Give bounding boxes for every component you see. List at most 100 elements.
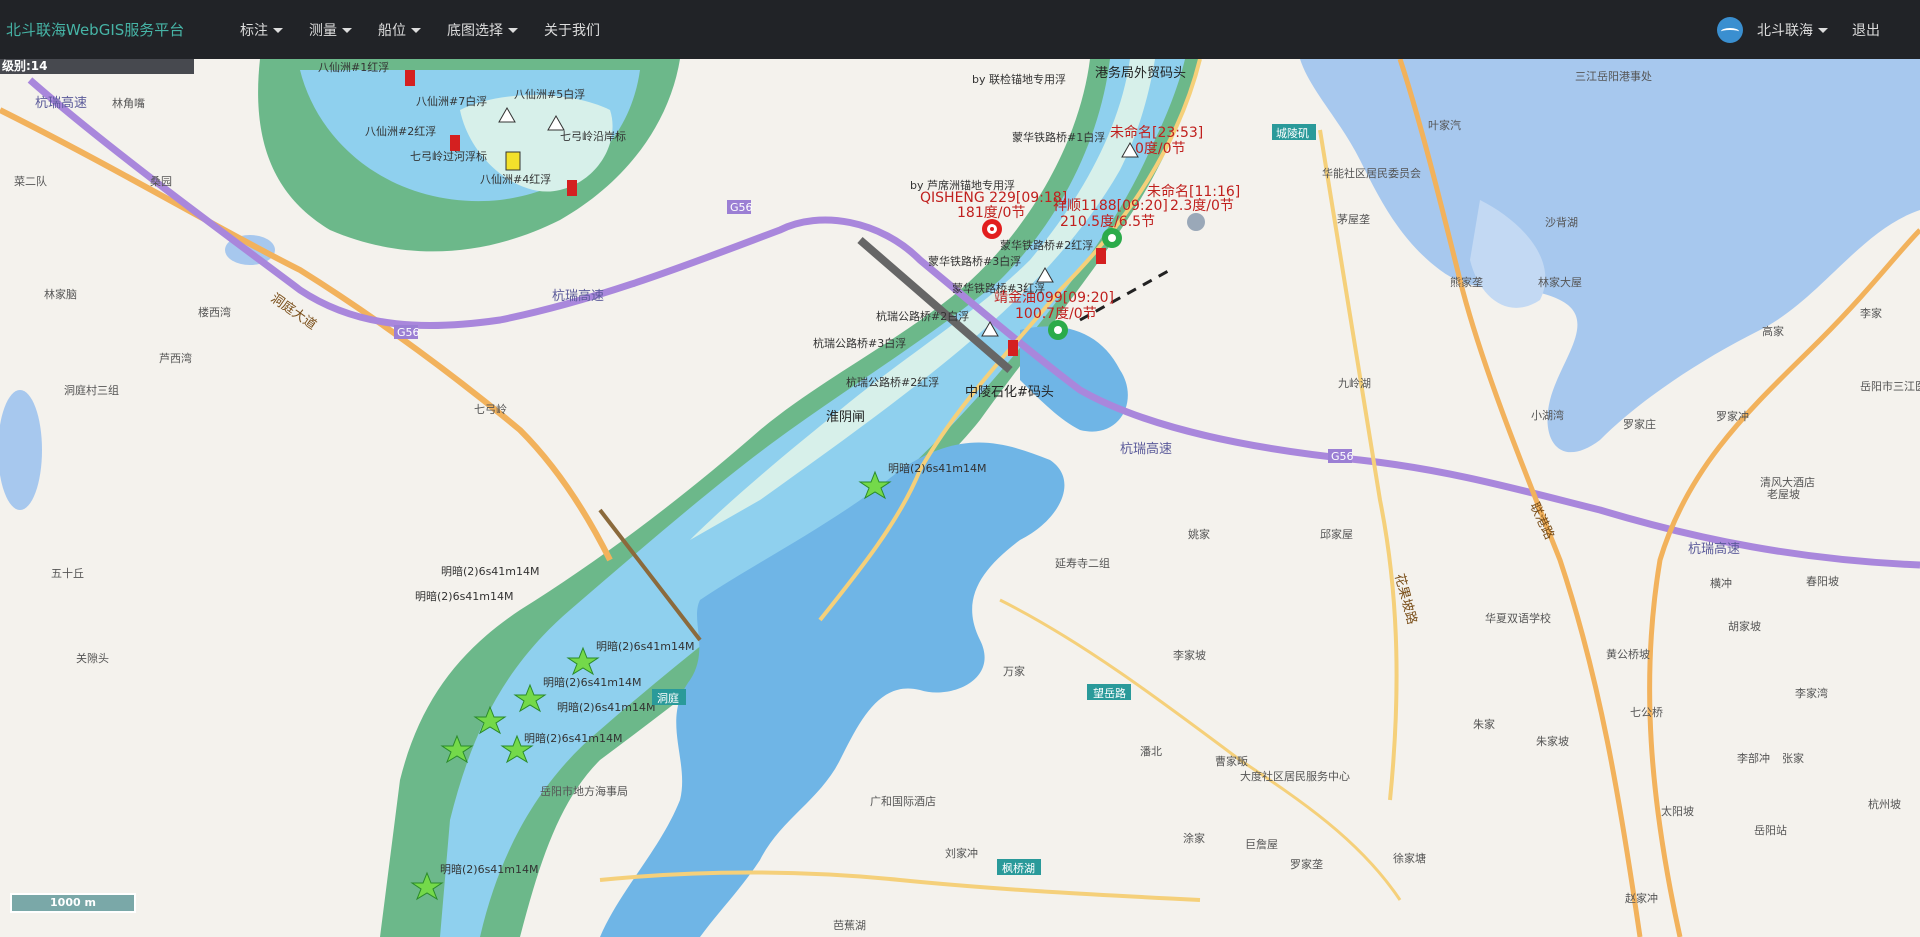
vessel-label-info: 100.7度/0节	[1015, 306, 1097, 322]
buoy-label: 明暗(2)6s41m14M	[543, 675, 642, 689]
pier-label: 中陵石化#码头	[965, 385, 1054, 400]
buoy-label: 蒙华铁路桥#3红浮	[952, 281, 1045, 295]
place-label: 老屋坡	[1767, 488, 1800, 501]
buoy-red-icon[interactable]	[1096, 248, 1106, 264]
place-label: 张家	[1782, 751, 1804, 765]
place-label: 沙背湖	[1545, 215, 1578, 229]
place-label: 曹家畈	[1215, 754, 1248, 768]
place-label: 潘北	[1140, 745, 1162, 758]
place-label: 小湖湾	[1531, 408, 1564, 422]
buoy-label: 八仙洲#4红浮	[480, 173, 551, 186]
road-label-hangrui: 杭瑞高速	[35, 95, 87, 111]
place-label: 李家湾	[1795, 686, 1828, 700]
place-label: 广和国际酒店	[870, 794, 936, 808]
place-label: 横冲	[1710, 576, 1732, 590]
vessel-label-info: 2.3度/0节	[1170, 198, 1234, 214]
user-logo-icon	[1717, 16, 1743, 43]
buoy-yellow-icon[interactable]	[505, 151, 521, 171]
place-label: 芭蕉湖	[833, 918, 866, 932]
place-label: 朱家坡	[1536, 734, 1569, 748]
buoy-label: 七弓岭过河浮标	[410, 149, 487, 163]
place-badge-label: 望岳路	[1093, 687, 1126, 700]
vessel-label-name: 未命名[23:53]	[1110, 124, 1203, 141]
anchorage-label: by 联检锚地专用浮	[972, 72, 1066, 86]
buoy-red-icon[interactable]	[450, 135, 460, 151]
menu-annotation[interactable]: 标注	[240, 20, 283, 40]
user-menu[interactable]: 北斗联海	[1757, 20, 1828, 40]
vessel-label-name: QISHENG 229[09:18]	[920, 190, 1067, 206]
vessel-marker-qisheng[interactable]	[982, 219, 1002, 239]
place-label: 关隙头	[76, 651, 109, 665]
place-label: 高家	[1762, 324, 1784, 338]
menu-about[interactable]: 关于我们	[544, 20, 600, 40]
place-label: 罗家冲	[1716, 409, 1749, 423]
buoy-label: 明暗(2)6s41m14M	[888, 461, 987, 475]
buoy-red-icon[interactable]	[567, 180, 577, 196]
buoy-label: 蒙华铁路桥#1白浮	[1012, 130, 1105, 144]
pier-label: 淮阴闸	[826, 410, 865, 425]
logout-button[interactable]: 退出	[1852, 20, 1880, 40]
place-label: 巨詹屋	[1245, 837, 1278, 851]
pond-west	[0, 390, 42, 510]
place-label: 延寿寺二组	[1055, 556, 1110, 570]
buoy-label: 明暗(2)6s41m14M	[440, 862, 539, 876]
place-label: 太阳坡	[1661, 805, 1694, 818]
place-label: 胡家坡	[1728, 619, 1761, 633]
buoy-red-icon[interactable]	[1008, 340, 1018, 356]
buoy-label: 八仙洲#7白浮	[416, 94, 487, 108]
place-label: 姚家	[1188, 527, 1210, 541]
vessel-marker-jingjinyou[interactable]	[1048, 320, 1068, 340]
pier-label: 港务局外贸码头	[1095, 65, 1186, 81]
buoy-red-icon[interactable]	[405, 70, 415, 86]
map-canvas[interactable]: 未命名[23:53] 0度/0节 QISHENG 229[09:18] 181度…	[0, 59, 1920, 937]
chevron-down-icon	[411, 28, 421, 33]
buoy-label: 明暗(2)6s41m14M	[596, 639, 695, 653]
zoom-level-indicator: 级别:14	[0, 59, 194, 74]
place-label: 岳阳站	[1754, 823, 1787, 837]
place-badge-label: 城陵矶	[1276, 127, 1309, 140]
place-label: 大度社区居民服务中心	[1240, 769, 1350, 783]
vessel-label-name: 未命名[11:16]	[1147, 183, 1240, 200]
place-label: 九岭湖	[1338, 376, 1371, 390]
buoy-label: 八仙洲#5白浮	[514, 87, 585, 101]
place-label: 黄公桥坡	[1606, 647, 1650, 661]
place-label: 五十丘	[51, 566, 84, 580]
place-label: 七公桥	[1630, 706, 1663, 719]
place-label: 茅屋垄	[1337, 212, 1370, 226]
place-label: 华夏双语学校	[1485, 611, 1551, 625]
place-label: 菜二队	[14, 174, 47, 188]
menu-measure[interactable]: 测量	[309, 20, 352, 40]
buoy-label: 杭瑞公路桥#2红浮	[846, 375, 939, 389]
user-area: 北斗联海 退出	[1717, 0, 1880, 59]
place-label: 楼西湾	[198, 305, 231, 319]
menu-basemap[interactable]: 底图选择	[447, 20, 518, 40]
place-label: 三江岳阳港事处	[1575, 70, 1652, 83]
vessel-marker-unnamed[interactable]	[1187, 213, 1205, 231]
buoy-label: 蒙华铁路桥#3白浮	[928, 254, 1021, 268]
top-navbar: 北斗联海WebGIS服务平台 标注 测量 船位 底图选择 关于我们 北斗联海 退…	[0, 0, 1920, 59]
menu-ship-position[interactable]: 船位	[378, 20, 421, 40]
place-label: 芦西湾	[159, 351, 192, 365]
road-label-hangrui: 杭瑞高速	[1120, 441, 1172, 457]
road-label-hangrui: 杭瑞高速	[1688, 541, 1740, 557]
place-label: 徐家塘	[1393, 851, 1426, 865]
map-svg[interactable]: 未命名[23:53] 0度/0节 QISHENG 229[09:18] 181度…	[0, 59, 1920, 937]
place-label: 清风大酒店	[1760, 475, 1815, 489]
place-label: 岳阳市三江医院	[1860, 379, 1920, 393]
place-badge-label: 枫桥湖	[1002, 861, 1035, 875]
place-label: 林家脑	[44, 287, 77, 301]
buoy-label: 明暗(2)6s41m14M	[441, 564, 540, 578]
place-label: 七弓岭	[474, 402, 507, 416]
place-label: 涂家	[1183, 831, 1205, 845]
road-label-hangrui: 杭瑞高速	[552, 288, 604, 304]
place-label: 李家坡	[1173, 648, 1206, 662]
vessel-label-name: 祥顺1188[09:20]	[1053, 198, 1168, 214]
chevron-down-icon	[508, 28, 518, 33]
place-label: 岳阳市地方海事局	[540, 784, 628, 798]
chevron-down-icon	[273, 28, 283, 33]
vessel-marker-xiangshun[interactable]	[1102, 228, 1122, 248]
place-label: 李部冲	[1737, 751, 1770, 765]
place-label: 林家大屋	[1538, 275, 1582, 289]
place-label: 刘家冲	[945, 846, 978, 860]
brand-title[interactable]: 北斗联海WebGIS服务平台	[6, 19, 184, 40]
